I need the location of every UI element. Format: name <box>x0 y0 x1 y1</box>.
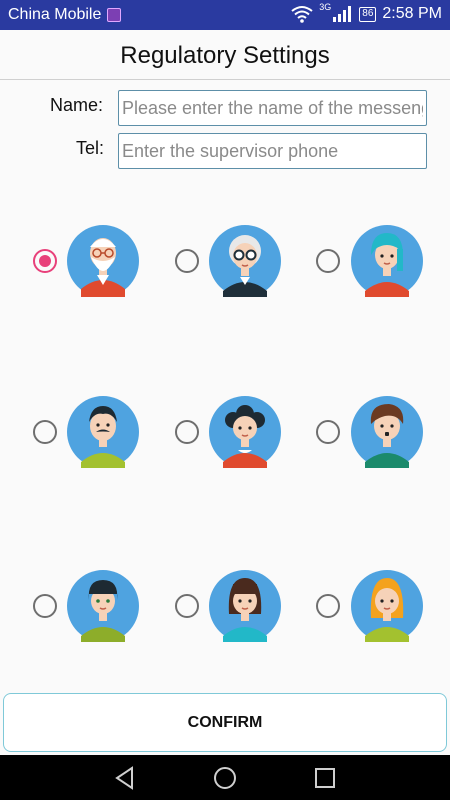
battery-level: 86 <box>359 6 377 22</box>
avatar-7[interactable] <box>67 570 139 642</box>
wifi-icon <box>291 6 313 23</box>
old-man-beard-avatar-icon <box>67 225 139 297</box>
sim-card-icon <box>107 8 121 22</box>
avatar-radio-5[interactable] <box>175 420 199 444</box>
page-title: Regulatory Settings <box>120 42 330 69</box>
avatar-3[interactable] <box>351 225 423 297</box>
avatar-radio-3[interactable] <box>316 249 340 273</box>
avatar-1[interactable] <box>67 225 139 297</box>
home-icon[interactable] <box>212 765 238 791</box>
avatar-radio-7[interactable] <box>33 594 57 618</box>
girl-brown-bob-avatar-icon <box>209 570 281 642</box>
name-label: Name: <box>50 95 104 115</box>
tel-label: Tel: <box>76 138 105 158</box>
woman-curly-hair-avatar-icon <box>209 396 281 468</box>
back-icon[interactable] <box>112 765 138 791</box>
network-type: 3G <box>319 2 332 12</box>
avatar-radio-6[interactable] <box>316 420 340 444</box>
avatar-2[interactable] <box>209 225 281 297</box>
girl-teal-hair-avatar-icon <box>351 225 423 297</box>
carrier-name: China Mobile <box>8 6 102 23</box>
clock: 2:58 PM <box>382 5 442 22</box>
avatar-9[interactable] <box>351 570 423 642</box>
avatar-radio-9[interactable] <box>316 594 340 618</box>
title-bar: Regulatory Settings <box>0 30 450 80</box>
confirm-button[interactable]: CONFIRM <box>3 693 447 752</box>
avatar-8[interactable] <box>209 570 281 642</box>
tel-input[interactable] <box>118 133 427 169</box>
boy-bowl-cut-avatar-icon <box>67 570 139 642</box>
status-bar: China Mobile 3G 86 2:58 PM <box>0 0 450 30</box>
avatar-radio-1[interactable] <box>33 249 57 273</box>
avatar-6[interactable] <box>351 396 423 468</box>
avatar-5[interactable] <box>209 396 281 468</box>
avatar-4[interactable] <box>67 396 139 468</box>
avatar-radio-8[interactable] <box>175 594 199 618</box>
signal-icon <box>333 6 352 22</box>
recent-apps-icon[interactable] <box>312 765 338 791</box>
man-mustache-avatar-icon <box>67 396 139 468</box>
boy-brown-hair-avatar-icon <box>351 396 423 468</box>
avatar-radio-4[interactable] <box>33 420 57 444</box>
old-woman-glasses-avatar-icon <box>209 225 281 297</box>
name-input[interactable] <box>118 90 427 126</box>
girl-blonde-hair-avatar-icon <box>351 570 423 642</box>
avatar-radio-2[interactable] <box>175 249 199 273</box>
navigation-bar <box>0 755 450 800</box>
